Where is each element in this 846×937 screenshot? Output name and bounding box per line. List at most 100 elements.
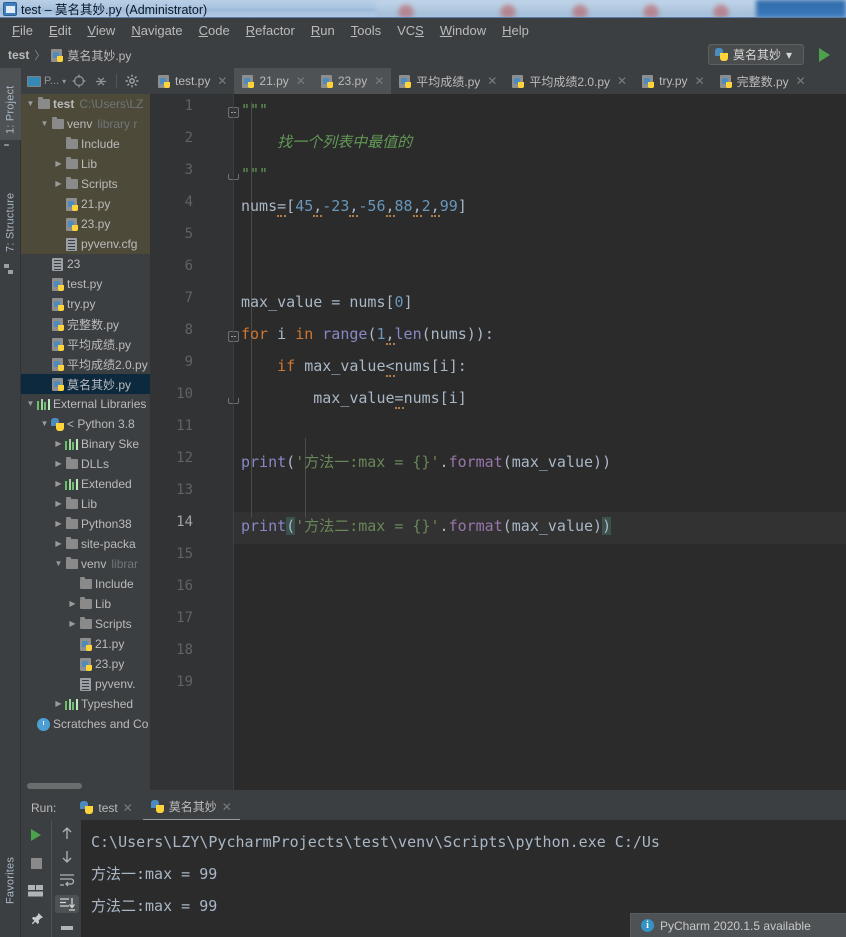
tree-node-venv[interactable]: ▼ venv librar: [21, 554, 150, 574]
project-tree[interactable]: ▼ test C:\Users\LZ ▼ venv library r Include ▶ Li…: [21, 94, 150, 766]
menu-view[interactable]: View: [79, 20, 123, 41]
tree-node-py[interactable]: 平均成绩.py: [21, 334, 150, 354]
close-icon[interactable]: ✕: [796, 74, 806, 88]
tree-node-lib[interactable]: ▶ Lib: [21, 594, 150, 614]
tree-node-lib[interactable]: ▶ Lib: [21, 154, 150, 174]
tree-node-test-py[interactable]: test.py: [21, 274, 150, 294]
run-button[interactable]: [814, 45, 834, 65]
code-line[interactable]: """: [241, 158, 268, 190]
tree-node-try-py[interactable]: try.py: [21, 294, 150, 314]
chevron-right-icon[interactable]: ▶: [53, 480, 64, 488]
line-number[interactable]: 7: [153, 290, 193, 306]
editor-gutter[interactable]: 1 2 3 4 5 6 7 8 9 10 11 12 13 14 15 16 17 18 19: [150, 94, 239, 790]
editor-tab-try.py[interactable]: try.py ✕: [634, 68, 712, 94]
breadcrumb-file[interactable]: 莫名其妙.py: [50, 47, 131, 64]
menu-run[interactable]: Run: [303, 20, 343, 41]
notification-banner[interactable]: i PyCharm 2020.1.5 available: [630, 913, 846, 937]
scroll-down-button[interactable]: [55, 848, 79, 866]
chevron-right-icon[interactable]: ▶: [53, 700, 64, 708]
code-line[interactable]: 找一个列表中最值的: [241, 126, 412, 158]
tree-node-21-py[interactable]: 21.py: [21, 194, 150, 214]
project-scope-selector[interactable]: P... ▾: [27, 72, 66, 90]
tree-node-extended[interactable]: ▶ Extended: [21, 474, 150, 494]
code-line[interactable]: max_value = nums[0]: [241, 286, 413, 318]
line-number[interactable]: 17: [153, 610, 193, 626]
line-number[interactable]: 18: [153, 642, 193, 658]
menu-file[interactable]: File: [4, 20, 41, 41]
line-number[interactable]: 3: [153, 162, 193, 178]
chevron-down-icon[interactable]: ▼: [25, 100, 36, 108]
chevron-right-icon[interactable]: ▶: [67, 620, 78, 628]
menu-navigate[interactable]: Navigate: [123, 20, 190, 41]
run-tab-test[interactable]: test ✕: [72, 798, 140, 819]
line-number[interactable]: 8: [153, 322, 193, 338]
chevron-down-icon[interactable]: ▼: [25, 400, 36, 408]
code-editor[interactable]: 1 2 3 4 5 6 7 8 9 10 11 12 13 14 15 16 17 18 19 """ 找一个列表中…: [150, 94, 846, 790]
tree-node-lib[interactable]: ▶ Lib: [21, 494, 150, 514]
tree-node-venv[interactable]: ▼ venv library r: [21, 114, 150, 134]
line-number[interactable]: 19: [153, 674, 193, 690]
code-line[interactable]: max_value=nums[i]: [241, 382, 467, 414]
chevron-right-icon[interactable]: ▶: [53, 500, 64, 508]
line-number[interactable]: 10: [153, 386, 193, 402]
chevron-right-icon[interactable]: ▶: [67, 600, 78, 608]
tree-node-typeshed[interactable]: ▶ Typeshed: [21, 694, 150, 714]
tree-node-binary-ske[interactable]: ▶ Binary Ske: [21, 434, 150, 454]
tree-node-py[interactable]: 完整数.py: [21, 314, 150, 334]
close-icon[interactable]: ✕: [222, 800, 232, 814]
line-number[interactable]: 13: [153, 482, 193, 498]
line-number[interactable]: 9: [153, 354, 193, 370]
scroll-up-button[interactable]: [55, 824, 79, 842]
tree-node-python-3-8[interactable]: ▼ < Python 3.8: [21, 414, 150, 434]
soft-wrap-button[interactable]: [55, 872, 79, 890]
close-icon[interactable]: ✕: [617, 74, 627, 88]
chevron-right-icon[interactable]: ▶: [53, 460, 64, 468]
sidebar-item-favorites[interactable]: Favorites: [0, 836, 21, 910]
stop-button[interactable]: [24, 852, 48, 874]
editor-tab-2.0.py[interactable]: 平均成绩2.0.py ✕: [504, 68, 634, 94]
line-number[interactable]: 12: [153, 450, 193, 466]
menu-tools[interactable]: Tools: [343, 20, 389, 41]
editor-tab-.py[interactable]: 完整数.py ✕: [712, 68, 813, 94]
code-line[interactable]: for i in range(1,len(nums)):: [241, 318, 494, 350]
scroll-to-end-button[interactable]: [54, 895, 79, 914]
tree-node-23-py[interactable]: 23.py: [21, 214, 150, 234]
line-number[interactable]: 6: [153, 258, 193, 274]
tree-node-site-packa[interactable]: ▶ site-packa: [21, 534, 150, 554]
menu-window[interactable]: Window: [432, 20, 494, 41]
tree-node-python38[interactable]: ▶ Python38: [21, 514, 150, 534]
breadcrumb-project[interactable]: test: [8, 48, 29, 62]
collapse-all-button[interactable]: [92, 72, 110, 90]
editor-tab-21.py[interactable]: 21.py ✕: [234, 68, 313, 94]
line-number[interactable]: 16: [153, 578, 193, 594]
code-line[interactable]: nums=[45,-23,-56,88,2,99]: [241, 190, 467, 222]
close-icon[interactable]: ✕: [695, 74, 705, 88]
tree-node-pyvenv[interactable]: pyvenv.: [21, 674, 150, 694]
code-line[interactable]: """: [241, 94, 268, 126]
chevron-right-icon[interactable]: ▶: [53, 440, 64, 448]
menu-code[interactable]: Code: [191, 20, 238, 41]
chevron-right-icon[interactable]: ▶: [53, 520, 64, 528]
line-number[interactable]: 5: [153, 226, 193, 242]
menu-refactor[interactable]: Refactor: [238, 20, 303, 41]
locate-file-button[interactable]: [70, 72, 88, 90]
menu-vcs[interactable]: VCS: [389, 20, 432, 41]
tree-node-scripts[interactable]: ▶ Scripts: [21, 614, 150, 634]
run-configuration-selector[interactable]: 莫名其妙 ▾: [708, 44, 804, 65]
tree-node-py[interactable]: 莫名其妙.py: [21, 374, 150, 394]
chevron-down-icon[interactable]: ▼: [39, 120, 50, 128]
chevron-down-icon[interactable]: ▼: [53, 560, 64, 568]
line-number[interactable]: 14: [153, 514, 193, 530]
layout-button[interactable]: [24, 880, 48, 902]
chevron-right-icon[interactable]: ▶: [53, 540, 64, 548]
line-number[interactable]: 15: [153, 546, 193, 562]
sidebar-item-project[interactable]: 1: Project: [0, 68, 21, 140]
menu-help[interactable]: Help: [494, 20, 537, 41]
tree-node-scratches-and-co[interactable]: Scratches and Co: [21, 714, 150, 734]
tree-node-2-0-py[interactable]: 平均成绩2.0.py: [21, 354, 150, 374]
tree-node-21-py[interactable]: 21.py: [21, 634, 150, 654]
sidebar-item-structure[interactable]: 7: Structure: [0, 166, 21, 258]
tree-node-include[interactable]: Include: [21, 574, 150, 594]
print-button[interactable]: [55, 919, 79, 937]
menu-edit[interactable]: Edit: [41, 20, 79, 41]
